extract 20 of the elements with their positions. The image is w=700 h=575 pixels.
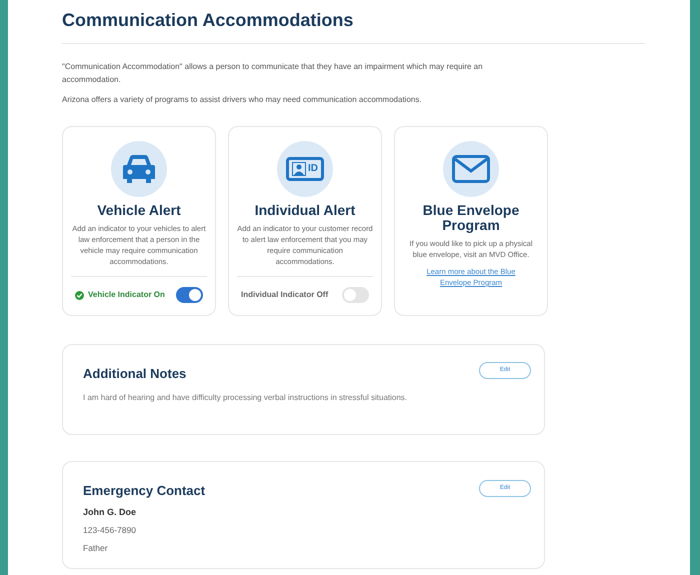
envelope-icon bbox=[452, 155, 490, 183]
check-icon bbox=[75, 290, 84, 300]
intro-text: "Communication Accommodation" allows a person to communicate that they have an impairment which may require an accommodation. bbox=[62, 61, 484, 86]
contact-phone: 123-456-7890 bbox=[83, 524, 137, 537]
card-title: Vehicle Alert bbox=[96, 203, 182, 218]
toggle-switch[interactable] bbox=[342, 287, 369, 303]
notes-text: I am hard of hearing and have difficulty processing verbal instructions in stressful situations. bbox=[83, 392, 408, 404]
card-title: Blue Envelope Program bbox=[422, 203, 520, 233]
section-title: Emergency Contact bbox=[83, 482, 206, 500]
card-title: Individual Alert bbox=[254, 203, 356, 218]
indicator-status: Vehicle Indicator On bbox=[88, 289, 165, 301]
toggle-switch[interactable] bbox=[176, 287, 203, 303]
id-card-icon: ID bbox=[286, 157, 324, 181]
indicator-status: Individual Indicator Off bbox=[241, 289, 328, 301]
section-title: Additional Notes bbox=[83, 365, 186, 383]
contact-relation: Father bbox=[83, 542, 109, 554]
contact-name: John G. Doe bbox=[83, 506, 138, 518]
page-title: Communication Accommodations bbox=[62, 9, 354, 32]
intro-text: Arizona offers a variety of programs to assist drivers who may need communication accommodations. bbox=[62, 94, 423, 106]
car-icon bbox=[121, 153, 157, 185]
